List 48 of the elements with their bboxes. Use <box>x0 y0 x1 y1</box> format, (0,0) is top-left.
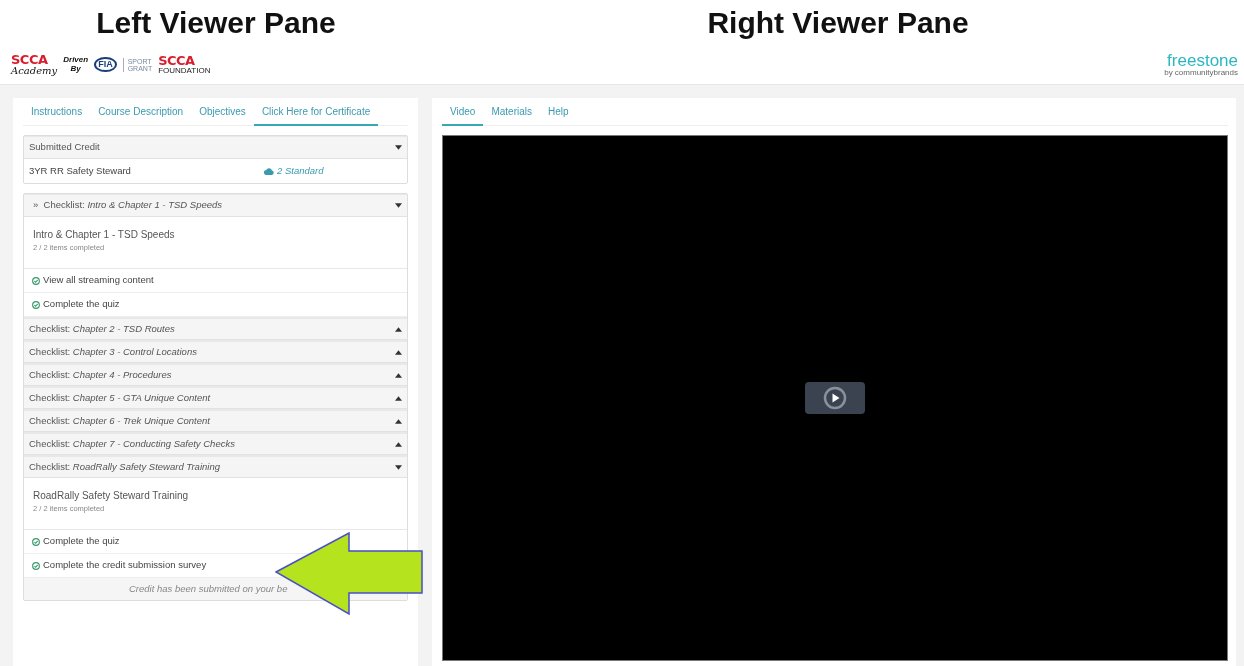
credit-name: 3YR RR Safety Steward <box>29 163 132 178</box>
logo-text: By <box>69 64 82 74</box>
checklist-header[interactable]: Checklist: Chapter 5 - GTA Unique Content <box>24 386 407 409</box>
checklist-title: » Checklist: Intro & Chapter 1 - TSD Speeds <box>32 198 223 213</box>
checklist-item: Complete the quiz <box>43 297 120 312</box>
caret-icon[interactable] <box>395 349 402 355</box>
checklist-heading: Intro & Chapter 1 - TSD Speeds <box>33 228 176 242</box>
caret-icon[interactable] <box>395 395 402 401</box>
caret-icon[interactable] <box>395 418 402 424</box>
logo-text: Driven <box>63 55 89 65</box>
logo-text: FIA <box>94 57 117 72</box>
checklist-title: Checklist: Chapter 2 - TSD Routes <box>29 321 175 336</box>
caret-icon[interactable] <box>395 441 402 447</box>
panel-title: Submitted Credit <box>29 140 100 155</box>
checklist-title: Checklist: RoadRally Safety Steward Training <box>29 459 220 474</box>
checklist-header[interactable]: Checklist: Chapter 2 - TSD Routes <box>24 317 407 340</box>
logo-text: Academy <box>11 66 58 76</box>
checklist-title: Checklist: Chapter 4 - Procedures <box>29 367 172 382</box>
checklist-header[interactable]: » Checklist: Intro & Chapter 1 - TSD Speeds <box>24 194 407 217</box>
checklist-header[interactable]: Checklist: Chapter 6 - Trek Unique Content <box>24 409 407 432</box>
checklist-item: View all streaming content <box>43 273 154 288</box>
checklist-title: Checklist: Chapter 5 - GTA Unique Content <box>29 390 211 405</box>
checklist-header[interactable]: Checklist: Chapter 7 - Conducting Safety Checks <box>24 432 407 455</box>
checklist-header[interactable]: Checklist: RoadRally Safety Steward Training <box>24 455 407 478</box>
checklist-title: Checklist: Chapter 7 - Conducting Safety Checks <box>29 436 235 451</box>
checklist-header[interactable]: Checklist: Chapter 4 - Procedures <box>24 363 407 386</box>
checklist-title: Checklist: Chapter 6 - Trek Unique Content <box>29 413 210 428</box>
pane-title: Right Viewer Pane <box>706 5 970 41</box>
logo-text: SCCA <box>11 53 49 66</box>
checklist-heading: RoadRally Safety Steward Training <box>33 489 190 503</box>
checklist-item: Complete the credit submission survey <box>43 558 207 573</box>
logo-text: freestone <box>1166 52 1238 69</box>
logo-text: FOUNDATION <box>158 67 211 75</box>
checklist-header[interactable]: Checklist: Chapter 3 - Control Locations <box>24 340 407 363</box>
checklist-item: Complete the quiz <box>43 534 120 549</box>
caret-icon[interactable] <box>395 145 402 150</box>
play-button[interactable] <box>805 382 865 414</box>
logo-text: by communitybrands <box>1164 69 1238 77</box>
pane-title: Left Viewer Pane <box>95 5 337 41</box>
caret-icon[interactable] <box>395 464 402 470</box>
caret-icon[interactable] <box>395 203 402 208</box>
checklist-title: Checklist: Chapter 3 - Control Locations <box>29 344 197 359</box>
logo-text: SCCA <box>158 54 196 67</box>
play-icon <box>823 386 847 410</box>
caret-icon[interactable] <box>395 372 402 378</box>
caret-icon[interactable] <box>395 326 402 332</box>
panel-header[interactable]: Submitted Credit <box>24 136 407 159</box>
cloud-icon <box>264 167 274 175</box>
